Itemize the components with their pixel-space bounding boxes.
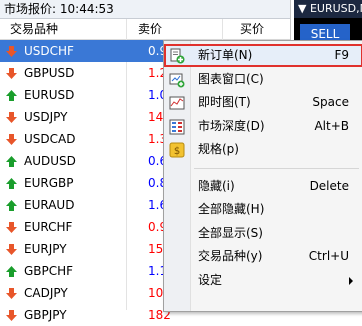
menu-item-label: 即时图(T) xyxy=(198,95,251,109)
arrow-down-icon xyxy=(6,244,17,255)
column-header-bid[interactable]: 卖价 xyxy=(138,19,162,39)
symbol-name: USDCAD xyxy=(24,132,76,146)
column-header-symbol[interactable]: 交易品种 xyxy=(10,19,58,39)
menu-item-0[interactable]: 新订单(N) F9 xyxy=(164,44,362,67)
menu-item-3[interactable]: 市场深度(D) Alt+B xyxy=(164,115,362,138)
symbol-name: USDCHF xyxy=(24,44,74,58)
menu-item-label: 图表窗口(C) xyxy=(198,71,264,86)
menu-item-shortcut: Alt+B xyxy=(314,118,349,133)
menu-item-label: 交易品种(y) xyxy=(198,249,263,263)
menu-item-shortcut: F9 xyxy=(334,48,349,62)
symbol-name: EURCHF xyxy=(24,220,73,234)
market-watch-titlebar: 市场报价: 10:44:53 xyxy=(0,0,290,19)
menu-item-6[interactable]: 隐藏(i) Delete xyxy=(164,175,362,198)
menu-item-label: 新订单(N) xyxy=(198,48,253,62)
menu-item-label: 隐藏(i) xyxy=(198,178,235,193)
arrow-down-icon xyxy=(6,134,17,145)
symbol-name: EURUSD xyxy=(24,88,75,102)
menu-item-7[interactable]: 全部隐藏(H) xyxy=(164,198,362,221)
chart-title: ▼ EURUSD,M xyxy=(294,0,362,18)
symbol-name: CADJPY xyxy=(24,286,68,300)
arrow-down-icon xyxy=(6,310,17,321)
menu-item-label: 规格(p) xyxy=(198,142,239,156)
svg-text:$: $ xyxy=(174,146,180,157)
menu-item-label: 全部隐藏(H) xyxy=(198,202,265,216)
symbol-name: GBPCHF xyxy=(24,264,74,278)
tick-chart-icon xyxy=(169,96,185,110)
arrow-down-icon xyxy=(6,288,17,299)
arrow-down-icon xyxy=(6,68,17,79)
symbol-name: EURGBP xyxy=(24,176,74,190)
menu-item-2[interactable]: 即时图(T) Space xyxy=(164,91,362,114)
menu-item-label: 市场深度(D) xyxy=(198,118,265,133)
symbol-name: GBPJPY xyxy=(24,308,67,322)
symbol-name: EURAUD xyxy=(24,198,75,212)
arrow-up-icon xyxy=(6,156,17,167)
menu-item-shortcut: Ctrl+U xyxy=(308,249,349,263)
menu-item-shortcut: Delete xyxy=(309,178,349,193)
context-menu: 新订单(N) F9 图表窗口(C) 即时图(T) Space 市场深度(D) Alt+B $ 规… xyxy=(163,40,362,312)
menu-item-9[interactable]: 交易品种(y) Ctrl+U xyxy=(164,245,362,268)
symbol-name: GBPUSD xyxy=(24,66,75,80)
submenu-arrow-icon xyxy=(349,276,353,285)
arrow-up-icon xyxy=(6,200,17,211)
menu-separator xyxy=(194,167,359,169)
new-order-icon xyxy=(170,48,185,64)
arrow-up-icon xyxy=(6,90,17,101)
menu-item-1[interactable]: 图表窗口(C) xyxy=(164,68,362,91)
menu-item-4[interactable]: $ 规格(p) xyxy=(164,138,362,161)
arrow-up-icon xyxy=(6,266,17,277)
chart-symbol-label: EURUSD,M xyxy=(309,2,362,15)
menu-item-label: 设定 xyxy=(198,272,223,287)
market-depth-icon xyxy=(169,119,185,134)
symbol-name: EURJPY xyxy=(24,242,67,256)
menu-item-10[interactable]: 设定 xyxy=(164,269,362,292)
market-watch-time: 10:44:53 xyxy=(59,2,114,16)
arrow-up-icon xyxy=(6,178,17,189)
specification-icon: $ xyxy=(169,142,185,158)
market-watch-title: 市场报价 xyxy=(4,2,53,16)
symbol-name: USDJPY xyxy=(24,110,68,124)
arrow-down-icon xyxy=(6,112,17,123)
arrow-down-icon xyxy=(6,222,17,233)
menu-item-label: 全部显示(S) xyxy=(198,225,263,240)
menu-item-shortcut: Space xyxy=(312,95,349,109)
chart-window-icon xyxy=(169,73,185,87)
market-watch-header: 交易品种 卖价 买价 xyxy=(0,19,290,40)
symbol-name: AUDUSD xyxy=(24,154,76,168)
column-header-ask[interactable]: 买价 xyxy=(240,19,264,39)
arrow-down-icon xyxy=(6,46,17,57)
menu-item-8[interactable]: 全部显示(S) xyxy=(164,222,362,245)
